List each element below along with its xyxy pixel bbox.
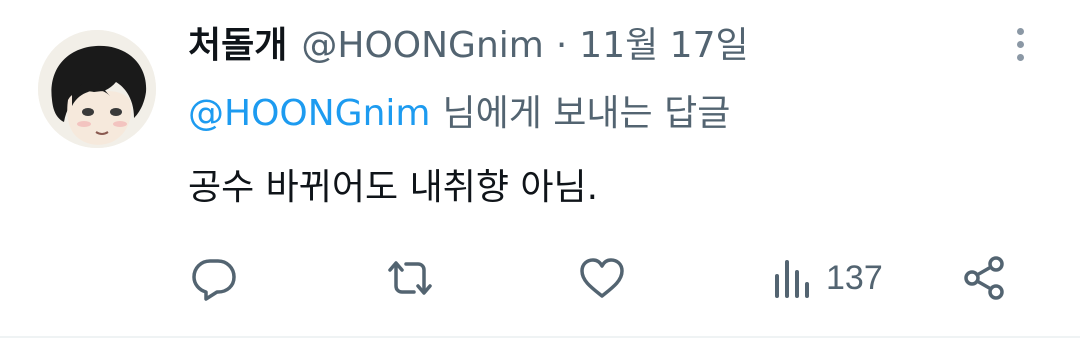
- user-handle[interactable]: @HOONGnim: [301, 18, 543, 74]
- bar-chart-icon: [775, 260, 809, 298]
- display-name[interactable]: 처돌개: [188, 18, 287, 74]
- like-button[interactable]: [578, 254, 626, 302]
- reply-to-label: 님에게 보내는 답글: [442, 93, 731, 134]
- separator-dot: ·: [555, 25, 568, 66]
- views-count: 137: [826, 258, 883, 297]
- more-options-icon[interactable]: [1006, 28, 1034, 68]
- divider: [0, 336, 1080, 338]
- reply-button[interactable]: [190, 254, 238, 302]
- tweet-date[interactable]: 11월 17일: [579, 18, 748, 74]
- speech-bubble-icon: [192, 259, 236, 301]
- views-button[interactable]: 137: [772, 254, 883, 302]
- action-bar: 137: [0, 248, 1080, 308]
- avatar[interactable]: [38, 30, 156, 148]
- tweet-text: 공수 바뀌어도 내취향 아님.: [188, 167, 599, 208]
- reply-to-handle-link[interactable]: @HOONGnim: [188, 93, 430, 134]
- retweet-button[interactable]: [384, 254, 436, 302]
- share-icon: [964, 256, 1004, 300]
- share-button[interactable]: [960, 254, 1008, 302]
- retweet-arrows-icon: [388, 261, 432, 295]
- heart-icon: [580, 258, 624, 298]
- reply-context: @HOONGnim 님에게 보내는 답글: [188, 86, 730, 142]
- tweet[interactable]: 처돌개 @HOONGnim · 11월 17일 @HOONGnim 님에게 보내는…: [0, 0, 1080, 346]
- tweet-header: 처돌개 @HOONGnim · 11월 17일: [188, 18, 749, 74]
